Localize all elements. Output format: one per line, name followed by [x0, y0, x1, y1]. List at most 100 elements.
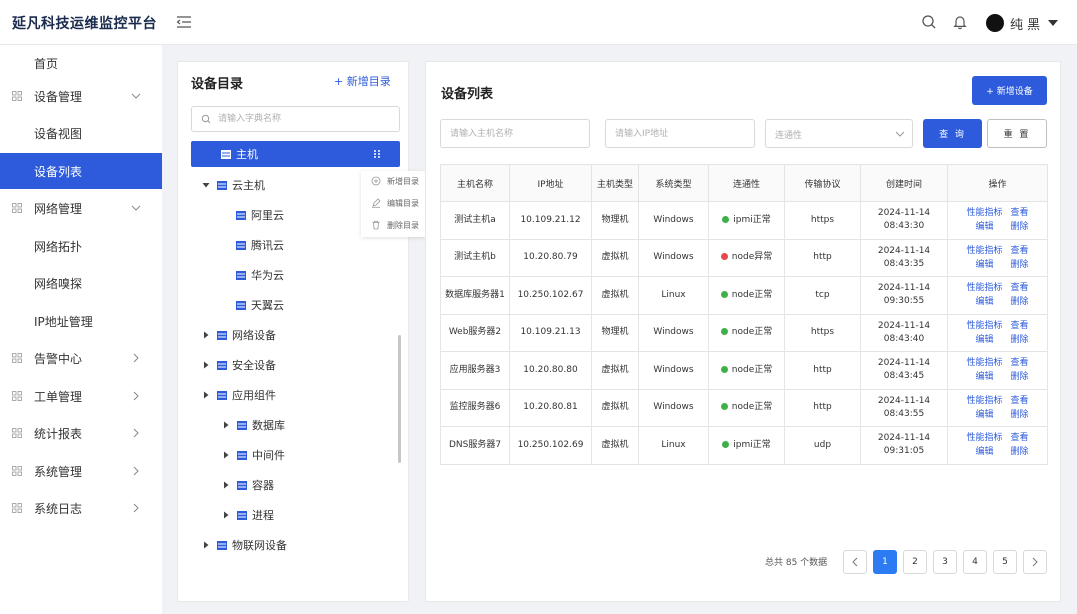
- performance-link[interactable]: 性能指标: [966, 244, 1002, 258]
- notification-bell-icon[interactable]: [952, 14, 968, 30]
- performance-link[interactable]: 性能指标: [966, 356, 1002, 370]
- view-link[interactable]: 查看: [1011, 431, 1029, 445]
- created-clock: 09:31:05: [883, 446, 925, 457]
- dictionary-search-input[interactable]: [218, 110, 393, 128]
- page-button-3[interactable]: 3: [933, 550, 957, 574]
- edit-link[interactable]: 编辑: [966, 333, 1002, 347]
- status-text: ipmi正常: [733, 439, 771, 450]
- caret-right-icon[interactable]: [201, 330, 211, 340]
- edit-link[interactable]: 编辑: [966, 408, 1002, 422]
- tree-scrollbar[interactable]: [398, 335, 401, 463]
- delete-link[interactable]: 删除: [1011, 333, 1029, 347]
- menu-item-label: 删除目录: [387, 221, 419, 230]
- ip-address-input[interactable]: [605, 119, 755, 148]
- edit-link[interactable]: 编辑: [966, 258, 1002, 272]
- connectivity-select[interactable]: 连通性: [765, 119, 913, 148]
- sidebar-item-work-orders[interactable]: 工单管理: [0, 378, 162, 414]
- add-catalog-button[interactable]: + 新增目录: [334, 73, 391, 89]
- host-name-input[interactable]: [440, 119, 590, 148]
- tree-node-security-devices[interactable]: 安全设备: [201, 352, 276, 378]
- caret-right-icon[interactable]: [201, 540, 211, 550]
- caret-right-icon[interactable]: [221, 450, 231, 460]
- sidebar-item-system-logs[interactable]: 系统日志: [0, 490, 162, 526]
- edit-link[interactable]: 编辑: [966, 445, 1002, 459]
- cell-created-time: 2024-11-14 08:43:35: [860, 238, 948, 277]
- performance-link[interactable]: 性能指标: [966, 319, 1002, 333]
- tree-node-network-devices[interactable]: 网络设备: [201, 322, 276, 348]
- page-button-4[interactable]: 4: [963, 550, 987, 574]
- sidebar-item-network-topology[interactable]: 网络拓扑: [0, 228, 162, 264]
- view-link[interactable]: 查看: [1011, 319, 1029, 333]
- tree-node-host[interactable]: 主机: [191, 141, 400, 167]
- view-link[interactable]: 查看: [1011, 394, 1029, 408]
- cell-ip: 10.20.80.80: [509, 351, 592, 390]
- delete-link[interactable]: 删除: [1011, 408, 1029, 422]
- drag-handle-icon[interactable]: [372, 149, 382, 159]
- tree-node-huawei-cloud[interactable]: 华为云: [236, 262, 284, 288]
- tree-node-process[interactable]: 进程: [221, 502, 274, 528]
- search-icon[interactable]: [921, 14, 937, 30]
- page-button-5[interactable]: 5: [993, 550, 1017, 574]
- delete-link[interactable]: 删除: [1011, 258, 1029, 272]
- caret-right-icon[interactable]: [201, 390, 211, 400]
- view-link[interactable]: 查看: [1011, 281, 1029, 295]
- view-link[interactable]: 查看: [1011, 206, 1029, 220]
- edit-link[interactable]: 编辑: [966, 295, 1002, 309]
- sidebar-item-system-management[interactable]: 系统管理: [0, 453, 162, 489]
- sidebar-item-alarm-center[interactable]: 告警中心: [0, 340, 162, 376]
- sidebar-item-home[interactable]: 首页: [0, 45, 162, 81]
- performance-link[interactable]: 性能指标: [966, 281, 1002, 295]
- tree-node-middleware[interactable]: 中间件: [221, 442, 285, 468]
- delete-link[interactable]: 删除: [1011, 220, 1029, 234]
- view-link[interactable]: 查看: [1011, 356, 1029, 370]
- reset-button[interactable]: 重 置: [987, 119, 1047, 148]
- tree-node-label: 华为云: [251, 269, 284, 282]
- menu-item-add-catalog[interactable]: 新增目录: [361, 171, 425, 191]
- view-link[interactable]: 查看: [1011, 244, 1029, 258]
- sidebar-item-label: 设备视图: [34, 126, 83, 141]
- edit-link[interactable]: 编辑: [966, 370, 1002, 384]
- sidebar-item-network-management[interactable]: 网络管理: [0, 190, 162, 226]
- sidebar-item-device-list[interactable]: 设备列表: [0, 153, 162, 189]
- add-device-button[interactable]: + 新增设备: [972, 76, 1047, 105]
- tree-node-app-components[interactable]: 应用组件: [201, 382, 276, 408]
- tree-node-tencent-cloud[interactable]: 腾讯云: [236, 232, 284, 258]
- delete-link[interactable]: 删除: [1011, 295, 1029, 309]
- tree-node-container[interactable]: 容器: [221, 472, 274, 498]
- caret-right-icon[interactable]: [201, 360, 211, 370]
- performance-link[interactable]: 性能指标: [966, 431, 1002, 445]
- delete-link[interactable]: 删除: [1011, 445, 1029, 459]
- query-button[interactable]: 查 询: [923, 119, 982, 148]
- caret-right-icon[interactable]: [221, 480, 231, 490]
- menu-item-delete-catalog[interactable]: 删除目录: [361, 215, 425, 235]
- sidebar-item-device-management[interactable]: 设备管理: [0, 78, 162, 114]
- sidebar-item-network-sniffing[interactable]: 网络嗅探: [0, 265, 162, 301]
- sidebar-item-statistics[interactable]: 统计报表: [0, 415, 162, 451]
- sidebar-item-label: 系统管理: [34, 464, 83, 479]
- tree-node-iot-devices[interactable]: 物联网设备: [201, 532, 287, 558]
- edit-link[interactable]: 编辑: [966, 220, 1002, 234]
- sidebar-item-ip-management[interactable]: IP地址管理: [0, 303, 162, 339]
- caret-right-icon[interactable]: [221, 510, 231, 520]
- performance-link[interactable]: 性能指标: [966, 394, 1002, 408]
- folder-icon: [217, 390, 227, 400]
- caret-right-icon[interactable]: [221, 420, 231, 430]
- page-button-2[interactable]: 2: [903, 550, 927, 574]
- next-page-button[interactable]: [1023, 550, 1047, 574]
- prev-page-button[interactable]: [843, 550, 867, 574]
- tree-node-aliyun[interactable]: 阿里云: [236, 202, 284, 228]
- menu-collapse-icon[interactable]: [176, 14, 192, 30]
- created-clock: 08:43:55: [883, 408, 925, 419]
- user-menu[interactable]: 纯 黑: [986, 13, 1059, 33]
- tree-node-database[interactable]: 数据库: [221, 412, 285, 438]
- tree-node-tianyi-cloud[interactable]: 天翼云: [236, 292, 284, 318]
- performance-link[interactable]: 性能指标: [966, 206, 1002, 220]
- catalog-context-menu: 新增目录 编辑目录 删除目录: [361, 171, 425, 237]
- sidebar-item-device-view[interactable]: 设备视图: [0, 115, 162, 151]
- cell-ip: 10.20.80.81: [509, 388, 592, 427]
- page-button-1[interactable]: 1: [873, 550, 897, 574]
- caret-down-icon[interactable]: [201, 180, 211, 190]
- menu-item-edit-catalog[interactable]: 编辑目录: [361, 193, 425, 213]
- delete-link[interactable]: 删除: [1011, 370, 1029, 384]
- tree-node-cloud-host[interactable]: 云主机: [201, 172, 265, 198]
